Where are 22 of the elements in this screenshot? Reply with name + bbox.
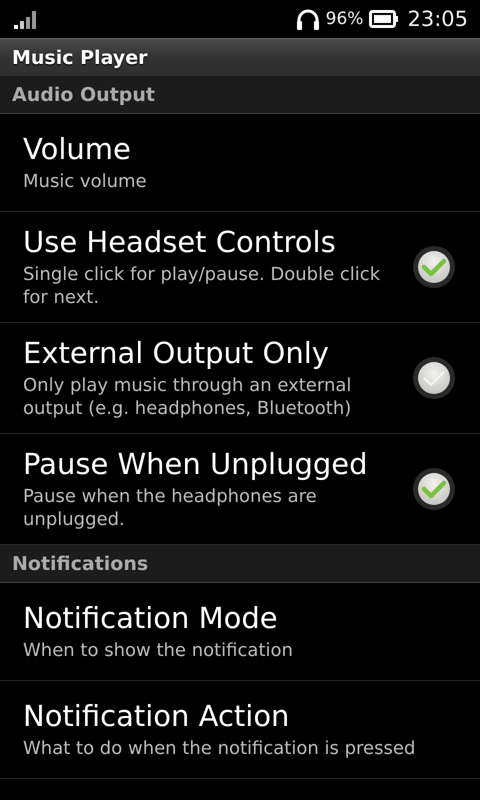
preference-title[interactable]: External Output Only xyxy=(23,335,412,371)
clock-time: 23:05 xyxy=(407,7,468,31)
preference-summary: Single click for play/pause. Double click for next. xyxy=(23,263,382,309)
window-title: Music Player xyxy=(12,46,148,68)
checkbox[interactable] xyxy=(412,466,456,510)
battery-percent: 96% xyxy=(326,9,364,29)
section-header: Audio Output xyxy=(12,84,155,106)
preference-title[interactable]: Pause When Unplugged xyxy=(23,446,412,482)
checkbox[interactable] xyxy=(412,244,456,288)
preference-summary: Pause when the headphones are unplugged. xyxy=(23,485,318,531)
battery-icon xyxy=(369,10,400,28)
section-header: Notifications xyxy=(12,552,148,574)
preference-summary: What to do when the notification is pressed xyxy=(23,737,416,760)
preference-summary: Only play music through an external output (e.g. headphones, Bluetooth) xyxy=(23,374,352,420)
headphones-icon xyxy=(296,8,320,30)
preference-summary: Music volume xyxy=(23,170,148,193)
preference-title[interactable]: Use Headset Controls xyxy=(23,224,412,260)
preference-summary: When to show the notification xyxy=(23,639,294,662)
preference-title[interactable]: Volume xyxy=(23,131,456,167)
preference-title[interactable]: Notification Action xyxy=(23,698,456,734)
checkbox[interactable] xyxy=(412,356,456,400)
preference-title[interactable]: Notification Mode xyxy=(23,600,456,636)
